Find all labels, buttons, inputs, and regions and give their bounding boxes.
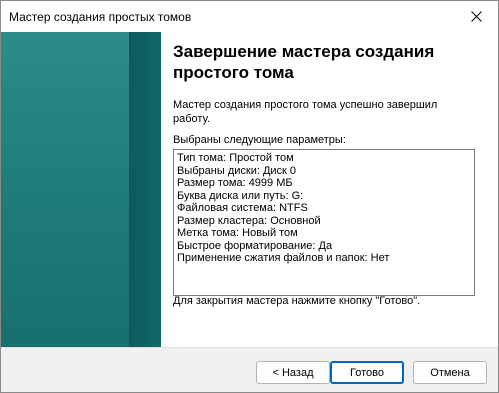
banner-panel: [1, 32, 129, 347]
wizard-window: Мастер создания простых томов Завершение…: [0, 0, 499, 393]
param-line: Тип тома: Простой том: [177, 152, 294, 164]
finish-note: Для закрытия мастера нажмите кнопку "Гот…: [173, 295, 421, 307]
wizard-content: Завершение мастера создания простого том…: [161, 32, 498, 347]
banner-edge: [129, 32, 161, 347]
window-title: Мастер создания простых томов: [9, 10, 192, 24]
param-line: Быстрое форматирование: Да: [177, 239, 333, 252]
intro-text: Мастер создания простого тома успешно за…: [173, 99, 438, 125]
button-bar: < Назад Готово Отмена: [1, 347, 498, 392]
param-line: Размер кластера: Основной: [177, 214, 321, 227]
params-label: Выбраны следующие параметры:: [173, 134, 346, 146]
param-line: Размер тома: 4999 МБ: [177, 177, 293, 189]
title-bar[interactable]: Мастер создания простых томов: [1, 1, 498, 32]
finish-button[interactable]: Готово: [330, 361, 404, 384]
cancel-button[interactable]: Отмена: [413, 361, 487, 384]
param-line: Метка тома: Новый том: [177, 227, 298, 239]
param-line: Файловая система: NTFS: [177, 202, 308, 214]
param-line: Применение сжатия файлов и папок: Нет: [177, 252, 390, 264]
back-button[interactable]: < Назад: [256, 361, 330, 384]
param-line: Буква диска или путь: G:: [177, 189, 304, 202]
close-icon: [470, 11, 482, 22]
close-button[interactable]: [454, 1, 498, 32]
page-title: Завершение мастера создания простого том…: [173, 42, 435, 82]
wizard-banner: [1, 32, 161, 347]
param-line: Выбраны диски: Диск 0: [177, 164, 297, 177]
params-textbox[interactable]: Тип тома: Простой том Выбраны диски: Дис…: [173, 149, 475, 296]
